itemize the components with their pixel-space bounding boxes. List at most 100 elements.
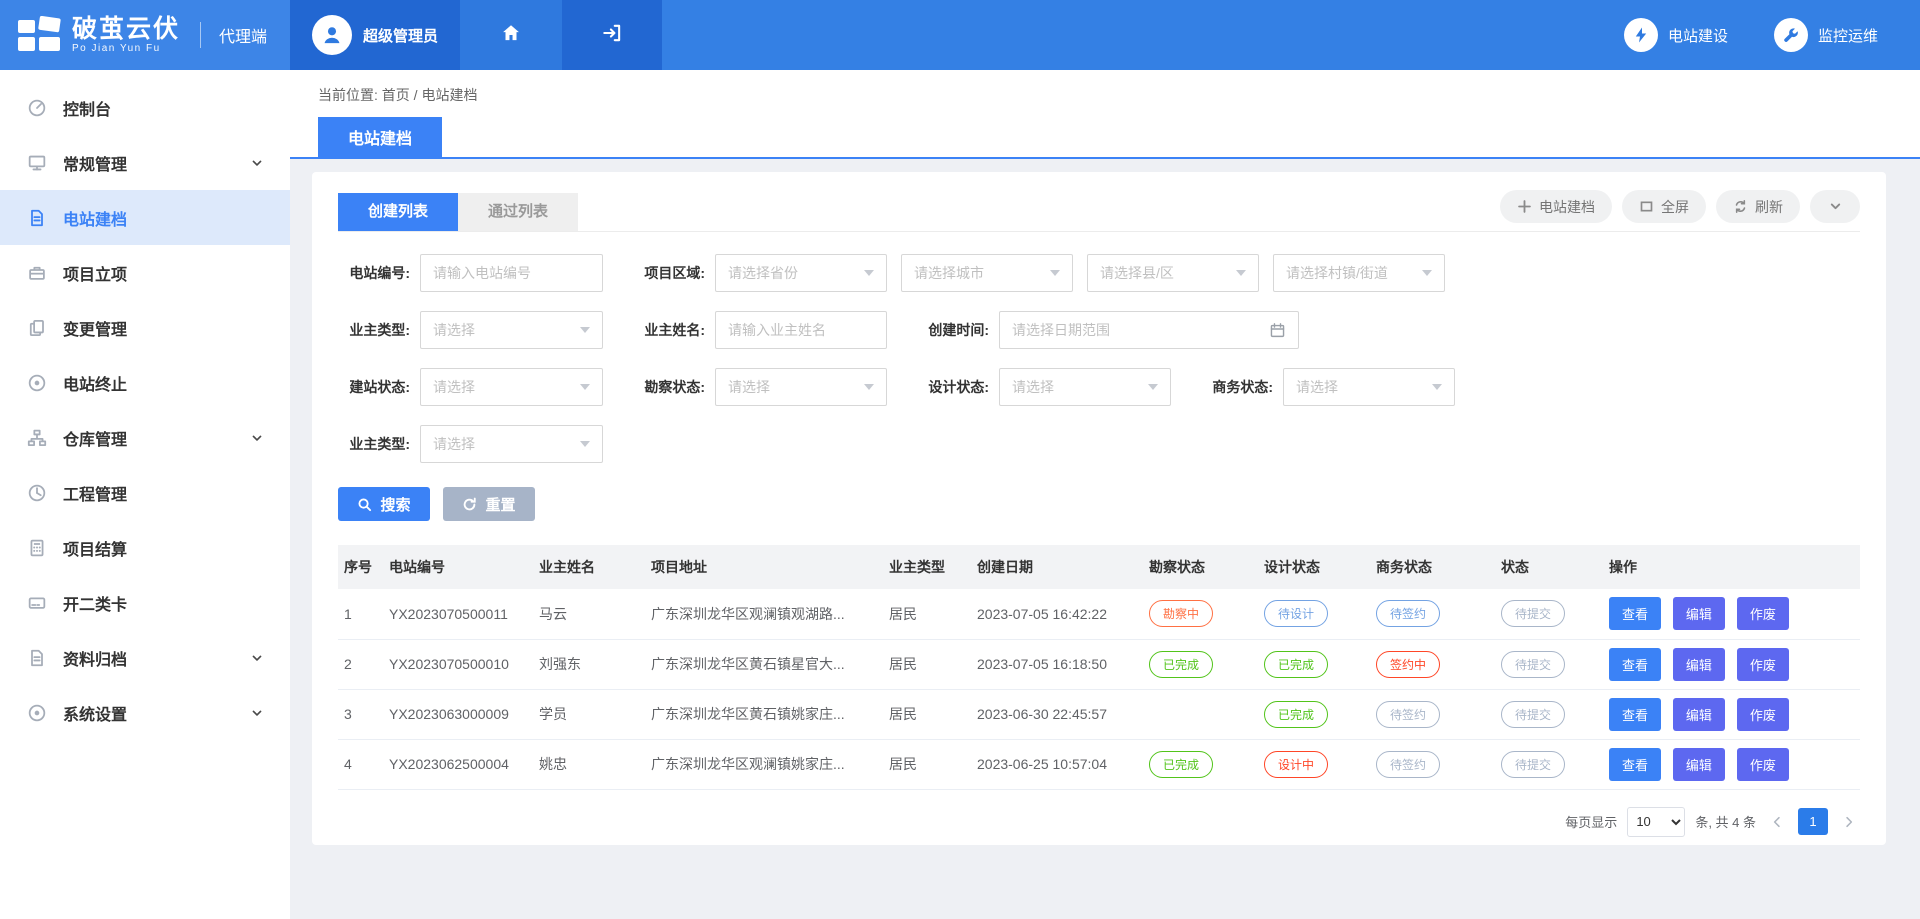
sidebar-item-label: 变更管理: [63, 316, 127, 340]
page-size-select[interactable]: 10: [1627, 807, 1685, 837]
cell-owner-name: 姚忠: [533, 739, 645, 789]
view-button[interactable]: 查看: [1609, 648, 1661, 681]
district-select[interactable]: 请选择县/区: [1087, 254, 1259, 292]
column-header: 业主类型: [883, 545, 971, 589]
view-button[interactable]: 查看: [1609, 748, 1661, 781]
search-button[interactable]: 搜索: [338, 487, 430, 521]
home-button[interactable]: [460, 0, 562, 70]
edit-button[interactable]: 编辑: [1673, 648, 1725, 681]
void-button[interactable]: 作废: [1737, 748, 1789, 781]
brand-logo: 破茧云伏 Po Jian Yun Fu 代理端: [0, 0, 290, 70]
caret-down-icon: [1422, 270, 1432, 276]
status-badge: 待提交: [1501, 701, 1565, 728]
sitemap-icon: [26, 428, 48, 448]
tab-passed-list[interactable]: 通过列表: [458, 193, 578, 231]
top-actions: 电站建设 监控运维: [1624, 0, 1920, 70]
nav-monitoring-ops[interactable]: 监控运维: [1774, 18, 1878, 52]
sidebar-item-engineering-management[interactable]: 工程管理: [0, 465, 290, 520]
avatar: [312, 15, 352, 55]
cell-address: 广东深圳龙华区黄石镇星官大...: [645, 639, 883, 689]
sidebar-item-change-management[interactable]: 变更管理: [0, 300, 290, 355]
sidebar: 控制台 常规管理 电站建档: [0, 70, 290, 919]
sidebar-item-project-initiation[interactable]: 项目立项: [0, 245, 290, 300]
void-button[interactable]: 作废: [1737, 698, 1789, 731]
view-button[interactable]: 查看: [1609, 698, 1661, 731]
build-status-select[interactable]: 请选择: [420, 368, 603, 406]
street-select[interactable]: 请选择村镇/街道: [1273, 254, 1445, 292]
edit-button[interactable]: 编辑: [1673, 748, 1725, 781]
collapse-button[interactable]: [1810, 190, 1860, 223]
home-icon: [500, 22, 522, 49]
caret-down-icon: [1236, 270, 1246, 276]
sidebar-item-label: 电站建档: [63, 206, 127, 230]
page-tab-station-filing[interactable]: 电站建档: [318, 117, 442, 157]
next-page-button[interactable]: [1838, 815, 1860, 829]
gauge-icon: [26, 483, 48, 503]
breadcrumb-label: 当前位置:: [318, 87, 378, 103]
cell-owner-name: 学员: [533, 689, 645, 739]
cell-index: 1: [338, 589, 383, 639]
select-placeholder: 请选择村镇/街道: [1286, 263, 1388, 283]
select-placeholder: 请选择: [728, 377, 770, 397]
design-status-select[interactable]: 请选择: [999, 368, 1171, 406]
prev-page-button[interactable]: [1766, 815, 1788, 829]
city-select[interactable]: 请选择城市: [901, 254, 1073, 292]
refresh-button[interactable]: 刷新: [1716, 190, 1800, 223]
nav-label: 电站建设: [1668, 25, 1728, 46]
sidebar-item-station-filing[interactable]: 电站建档: [0, 190, 290, 245]
cell-owner-type: 居民: [883, 689, 971, 739]
column-header: 创建日期: [971, 545, 1143, 589]
edit-button[interactable]: 编辑: [1673, 698, 1725, 731]
void-button[interactable]: 作废: [1737, 597, 1789, 630]
caret-down-icon: [580, 384, 590, 390]
sidebar-item-project-settlement[interactable]: 项目结算: [0, 520, 290, 575]
select-placeholder: 请选择省份: [728, 263, 798, 283]
survey-status-select[interactable]: 请选择: [715, 368, 887, 406]
design-status-badge: 待设计: [1264, 600, 1328, 627]
sidebar-item-system-settings[interactable]: 系统设置: [0, 685, 290, 740]
calendar-icon: [1269, 322, 1286, 339]
page-number-button[interactable]: 1: [1798, 808, 1828, 835]
edit-button[interactable]: 编辑: [1673, 597, 1725, 630]
briefcase-icon: [26, 263, 48, 283]
cell-owner-type: 居民: [883, 589, 971, 639]
create-station-button[interactable]: 电站建档: [1500, 190, 1612, 223]
date-range-picker[interactable]: 请选择日期范围: [999, 311, 1299, 349]
design-status-badge: 已完成: [1264, 651, 1328, 678]
refresh-icon: [1733, 199, 1748, 214]
fullscreen-button[interactable]: 全屏: [1622, 190, 1706, 223]
owner-type2-select[interactable]: 请选择: [420, 425, 603, 463]
brand-text: 破茧云伏 Po Jian Yun Fu: [72, 16, 180, 55]
sidebar-item-second-class-card[interactable]: 开二类卡: [0, 575, 290, 630]
field-label: 业主姓名:: [633, 320, 715, 340]
table-row: 4 YX2023062500004 姚忠 广东深圳龙华区观澜镇姚家庄... 居民…: [338, 739, 1860, 789]
void-button[interactable]: 作废: [1737, 648, 1789, 681]
cell-created-date: 2023-07-05 16:18:50: [971, 639, 1143, 689]
owner-type-select[interactable]: 请选择: [420, 311, 603, 349]
owner-name-input[interactable]: [715, 311, 887, 349]
sidebar-item-dashboard[interactable]: 控制台: [0, 80, 290, 135]
user-menu[interactable]: 超级管理员: [290, 0, 460, 70]
sidebar-item-station-termination[interactable]: 电站终止: [0, 355, 290, 410]
sidebar-item-general-management[interactable]: 常规管理: [0, 135, 290, 190]
field-label: 电站编号:: [338, 263, 420, 283]
monitor-icon: [26, 153, 48, 173]
view-button[interactable]: 查看: [1609, 597, 1661, 630]
nav-station-construction[interactable]: 电站建设: [1624, 18, 1728, 52]
cell-owner-type: 居民: [883, 739, 971, 789]
station-code-input[interactable]: [420, 254, 603, 292]
tab-create-list[interactable]: 创建列表: [338, 193, 458, 231]
column-header: 状态: [1495, 545, 1603, 589]
search-label: 搜索: [380, 494, 410, 515]
select-placeholder: 请选择县/区: [1100, 263, 1174, 283]
sidebar-item-label: 常规管理: [63, 151, 127, 175]
logout-button[interactable]: [562, 0, 662, 70]
sidebar-item-warehouse-management[interactable]: 仓库管理: [0, 410, 290, 465]
copy-icon: [26, 318, 48, 338]
reset-button[interactable]: 重置: [443, 487, 535, 521]
cell-station-code: YX2023070500010: [383, 639, 533, 689]
sidebar-item-data-archive[interactable]: 资料归档: [0, 630, 290, 685]
business-status-select[interactable]: 请选择: [1283, 368, 1455, 406]
province-select[interactable]: 请选择省份: [715, 254, 887, 292]
table-row: 1 YX2023070500011 马云 广东深圳龙华区观澜镇观湖路... 居民…: [338, 589, 1860, 639]
